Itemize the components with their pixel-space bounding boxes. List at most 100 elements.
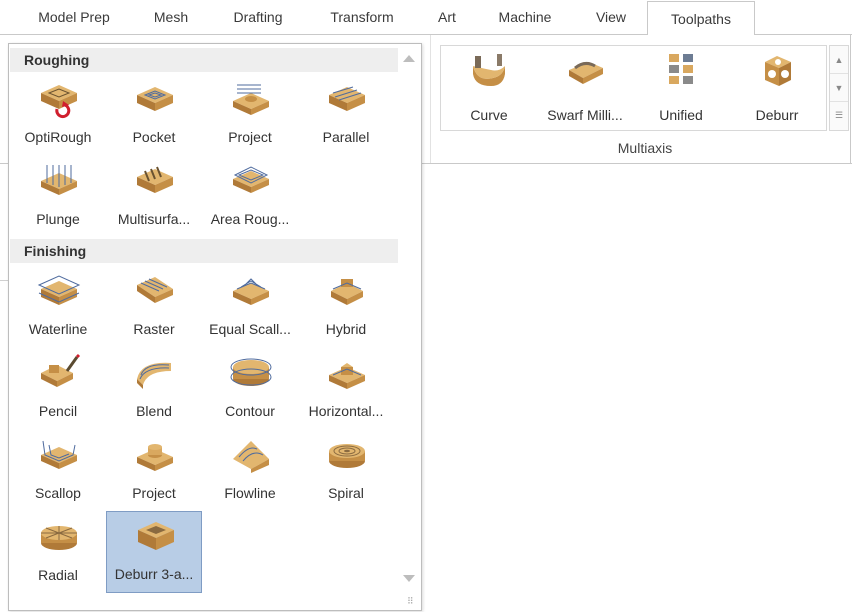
panel-label-area-roughing: Area Roug... [210, 211, 290, 227]
tab-mesh[interactable]: Mesh [132, 0, 210, 34]
panel-item-deburr-3-axis[interactable]: Deburr 3-a... [106, 511, 202, 593]
gallery-label-curve: Curve [470, 107, 508, 123]
gallery-scroll-buttons: ▲ ▼ ☰ [829, 45, 849, 131]
panel-label-waterline: Waterline [28, 321, 88, 337]
panel-item-parallel[interactable]: Parallel [298, 75, 394, 157]
panel-item-hybrid[interactable]: Hybrid [298, 267, 394, 349]
equal-scallop-icon [233, 278, 269, 305]
panel-label-pencil: Pencil [38, 403, 78, 419]
tab-art[interactable]: Art [420, 0, 474, 34]
panel-item-spiral[interactable]: Spiral [298, 431, 394, 513]
panel-item-project-finish[interactable]: Project [106, 431, 202, 513]
ribbon-tab-bar: Model Prep Mesh Drafting Transform Art M… [0, 0, 852, 37]
waterline-icon [37, 275, 81, 305]
radial-icon [41, 526, 77, 550]
resize-grip-icon[interactable]: ⠿ [407, 596, 414, 607]
ribbon-right-edge [850, 35, 851, 163]
panel-label-flowline: Flowline [224, 485, 276, 501]
panel-item-optirough[interactable]: OptiRough [10, 75, 106, 157]
gallery-label-deburr: Deburr [755, 107, 799, 123]
pencil-icon [41, 353, 81, 387]
panel-label-deburr-3-axis: Deburr 3-a... [114, 566, 194, 582]
tab-model-prep[interactable]: Model Prep [18, 0, 130, 34]
panel-label-project-finish: Project [132, 485, 176, 501]
panel-label-optirough: OptiRough [24, 129, 92, 145]
parallel-icon [329, 86, 365, 111]
multiaxis-gallery: Curve Swarf Milli... Unified Deburr [440, 45, 827, 131]
tab-machine[interactable]: Machine [476, 0, 574, 34]
tab-toolpaths[interactable]: Toolpaths [647, 1, 755, 37]
gallery-item-deburr[interactable]: Deburr [729, 46, 825, 130]
panel-label-multisurface: Multisurfa... [117, 211, 191, 227]
hybrid-icon [331, 279, 363, 305]
panel-label-project: Project [228, 129, 272, 145]
flowline-icon [233, 441, 269, 473]
ribbon-group-separator [430, 35, 431, 163]
swarf-milling-icon [569, 61, 603, 84]
panel-label-raster: Raster [133, 321, 175, 337]
section-header-finishing: Finishing [10, 239, 398, 263]
panel-item-raster[interactable]: Raster [106, 267, 202, 349]
panel-label-horizontal: Horizontal... [308, 403, 384, 419]
panel-label-parallel: Parallel [322, 129, 370, 145]
panel-item-contour[interactable]: Contour [202, 349, 298, 431]
panel-item-waterline[interactable]: Waterline [10, 267, 106, 349]
panel-item-multisurface[interactable]: Multisurfa... [106, 157, 202, 239]
scroll-up-arrow-icon[interactable] [403, 55, 415, 62]
gallery-item-curve[interactable]: Curve [441, 46, 537, 130]
scallop-icon [41, 440, 77, 469]
gallery-scroll-up-button[interactable]: ▲ [830, 46, 848, 74]
panel-item-project[interactable]: Project [202, 75, 298, 157]
contour-icon [230, 358, 272, 386]
panel-item-blend[interactable]: Blend [106, 349, 202, 431]
optirough-icon [41, 85, 77, 119]
raster-icon [137, 277, 173, 303]
panel-item-equal-scallop[interactable]: Equal Scall... [202, 267, 298, 349]
deburr-icon [765, 56, 791, 86]
gallery-label-unified: Unified [659, 107, 703, 123]
multisurface-icon [137, 166, 173, 193]
panel-item-horizontal[interactable]: Horizontal... [298, 349, 394, 431]
panel-label-hybrid: Hybrid [325, 321, 367, 337]
pocket-icon [137, 87, 173, 111]
panel-item-radial[interactable]: Radial [10, 513, 106, 595]
unified-icon [669, 54, 693, 84]
plunge-icon [41, 165, 77, 195]
gallery-item-unified[interactable]: Unified [633, 46, 729, 130]
gallery-label-swarf-milling: Swarf Milli... [547, 107, 623, 123]
panel-item-scallop[interactable]: Scallop [10, 431, 106, 513]
section-header-roughing: Roughing [10, 48, 398, 72]
scroll-down-arrow-icon[interactable] [403, 575, 415, 582]
panel-label-radial: Radial [38, 567, 78, 583]
panel-label-equal-scallop: Equal Scall... [209, 321, 291, 337]
panel-item-plunge[interactable]: Plunge [10, 157, 106, 239]
panel-label-contour: Contour [225, 403, 275, 419]
deburr-3-axis-icon [138, 522, 174, 550]
spiral-icon [329, 444, 365, 468]
panel-label-scallop: Scallop [35, 485, 81, 501]
gallery-expand-button[interactable]: ☰ [830, 102, 848, 129]
tab-view[interactable]: View [576, 0, 646, 34]
background-line [0, 280, 8, 281]
gallery-item-swarf-milling[interactable]: Swarf Milli... [537, 46, 633, 130]
panel-item-pencil[interactable]: Pencil [10, 349, 106, 431]
project-finish-icon [137, 444, 173, 471]
panel-item-area-roughing[interactable]: Area Roug... [202, 157, 298, 239]
tab-drafting[interactable]: Drafting [212, 0, 304, 34]
tab-transform[interactable]: Transform [306, 0, 418, 34]
area-roughing-icon [233, 166, 269, 193]
panel-label-pocket: Pocket [132, 129, 176, 145]
ribbon-group-label: Multiaxis [617, 140, 673, 156]
blend-icon [137, 362, 171, 389]
panel-scrollbar[interactable] [399, 45, 419, 607]
panel-item-pocket[interactable]: Pocket [106, 75, 202, 157]
project-icon [233, 84, 269, 115]
panel-item-flowline[interactable]: Flowline [202, 431, 298, 513]
panel-label-blend: Blend [136, 403, 172, 419]
gallery-scroll-down-button[interactable]: ▼ [830, 74, 848, 102]
panel-label-spiral: Spiral [328, 485, 364, 501]
panel-label-plunge: Plunge [36, 211, 80, 227]
curve-icon [473, 54, 505, 86]
toolpaths-dropdown-panel: Roughing OptiRough Pocket Project Parall… [8, 43, 422, 611]
horizontal-icon [329, 363, 365, 389]
